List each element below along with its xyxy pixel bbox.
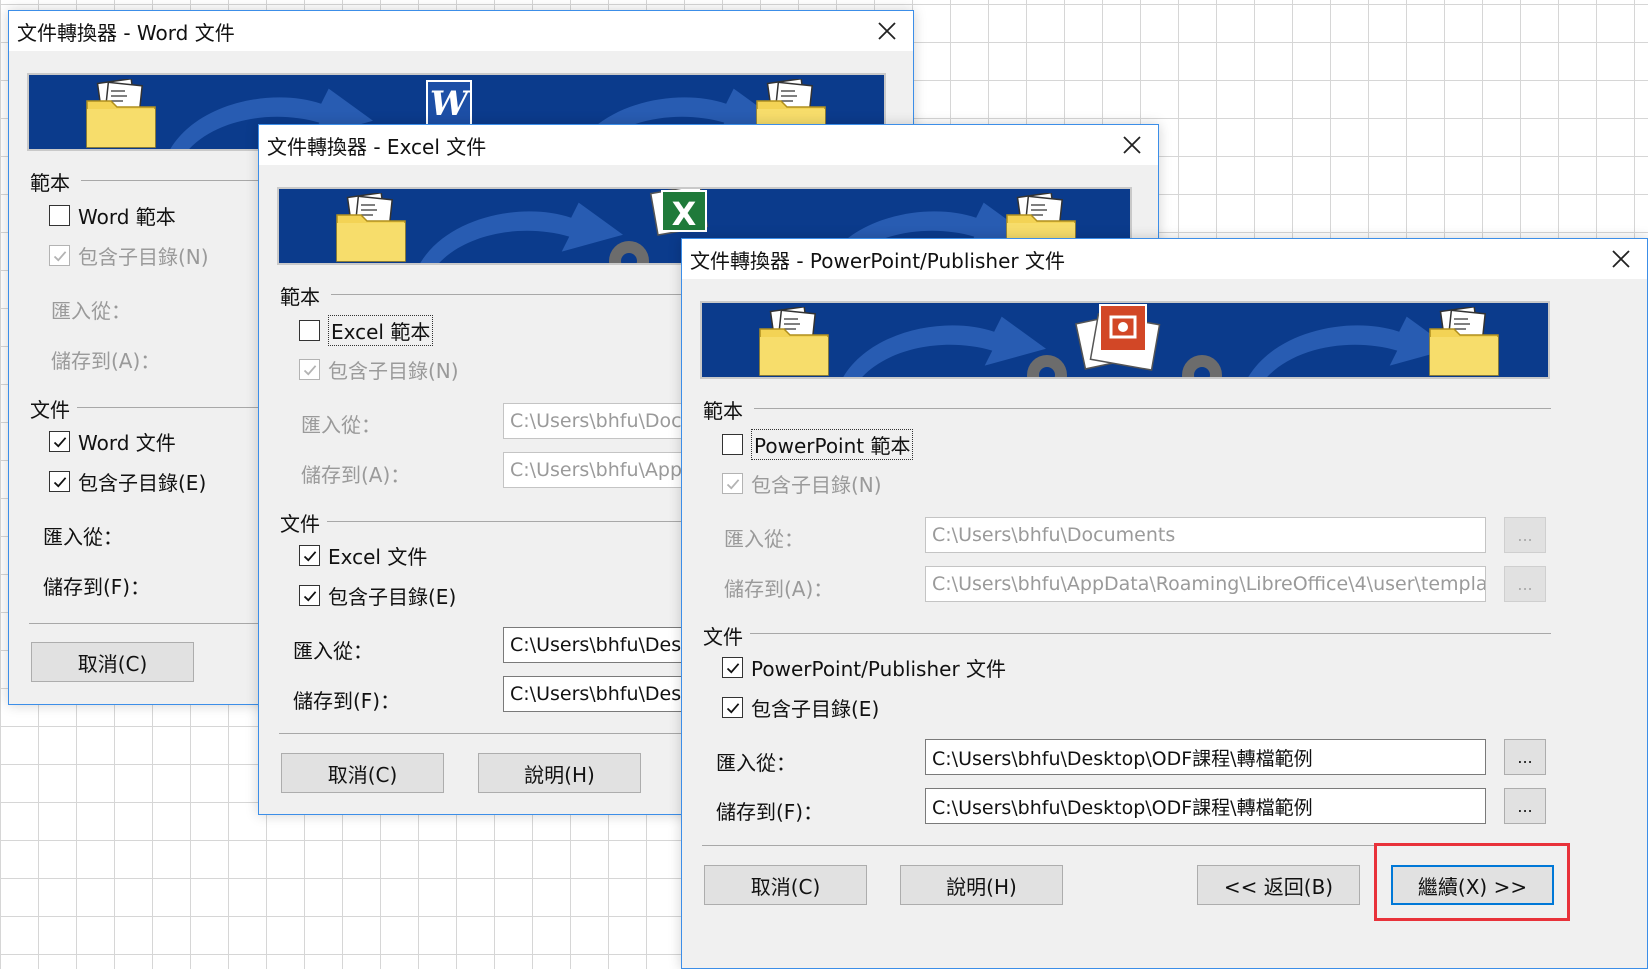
separator xyxy=(754,408,1551,409)
documents-subdir-checkbox[interactable]: 包含子目錄(E) xyxy=(49,467,206,496)
documents-save-browse-button[interactable]: ... xyxy=(1504,788,1546,824)
close-icon xyxy=(1123,136,1141,154)
templates-save-path-field: C:\Users\bhfu\App xyxy=(503,452,693,488)
arrow-icon xyxy=(843,316,1046,377)
title-bar: 文件轉換器 - PowerPoint/Publisher 文件 xyxy=(682,239,1647,279)
separator xyxy=(327,521,681,522)
source-folder-icon xyxy=(759,307,829,376)
checkbox-box xyxy=(722,473,743,494)
checkbox-box[interactable] xyxy=(49,205,70,226)
next-button[interactable]: 繼續(X) >> xyxy=(1391,865,1554,905)
save-to-label: 儲存到(F)： xyxy=(43,575,151,599)
documents-subdir-checkbox[interactable]: 包含子目錄(E) xyxy=(299,581,456,610)
save-to-label: 儲存到(A)： xyxy=(51,349,161,373)
gear-icon xyxy=(1027,355,1067,377)
cancel-button[interactable]: 取消(C) xyxy=(704,865,867,905)
source-folder-icon xyxy=(336,193,406,262)
import-from-label: 匯入從： xyxy=(724,527,804,551)
import-from-label: 匯入從： xyxy=(43,525,123,549)
checkbox-box[interactable] xyxy=(722,434,743,455)
templates-subdir-checkbox: 包含子目錄(N) xyxy=(722,469,882,498)
word-templates-checkbox[interactable]: Word 範本 xyxy=(49,201,176,230)
separator xyxy=(279,733,681,734)
arrow-icon xyxy=(1248,316,1451,377)
templates-subdir-checkbox: 包含子目錄(N) xyxy=(299,355,459,384)
import-from-label: 匯入從： xyxy=(716,751,796,775)
title-bar: 文件轉換器 - Word 文件 xyxy=(9,11,913,51)
close-button[interactable] xyxy=(1114,129,1150,161)
cancel-button[interactable]: 取消(C) xyxy=(31,642,194,682)
separator xyxy=(29,623,261,624)
excel-icon: X xyxy=(649,189,709,236)
gear-icon xyxy=(1182,355,1222,377)
save-to-label: 儲存到(F)： xyxy=(716,800,824,824)
separator xyxy=(331,294,681,295)
checkbox-box[interactable] xyxy=(49,431,70,452)
checkbox-box[interactable] xyxy=(722,697,743,718)
svg-text:W: W xyxy=(430,84,471,124)
dialog-title: 文件轉換器 - Excel 文件 xyxy=(267,134,487,159)
templates-section-label: 範本 xyxy=(30,171,70,195)
documents-import-path-field[interactable]: C:\Users\bhfu\Desk xyxy=(503,627,693,663)
documents-import-path-field[interactable]: C:\Users\bhfu\Desktop\ODF課程\轉檔範例 xyxy=(925,739,1486,775)
documents-section-label: 文件 xyxy=(280,512,320,536)
documents-section-label: 文件 xyxy=(30,398,70,422)
target-folder-icon xyxy=(1429,307,1499,376)
powerpoint-icon xyxy=(1075,304,1161,371)
banner-image xyxy=(700,301,1550,379)
save-to-label: 儲存到(A)： xyxy=(724,577,834,601)
cancel-button[interactable]: 取消(C) xyxy=(281,753,444,793)
source-folder-icon xyxy=(86,79,156,148)
close-button[interactable] xyxy=(869,15,905,47)
checkbox-box[interactable] xyxy=(299,585,320,606)
separator xyxy=(81,180,261,181)
checkbox-box[interactable] xyxy=(299,320,320,341)
powerpoint-templates-checkbox[interactable]: PowerPoint 範本 xyxy=(722,429,914,460)
templates-import-path-field: C:\Users\bhfu\Documents xyxy=(925,517,1486,553)
templates-section-label: 範本 xyxy=(703,399,743,423)
templates-subdir-checkbox: 包含子目錄(N) xyxy=(49,241,209,270)
save-to-label: 儲存到(A)： xyxy=(301,463,411,487)
word-icon: W xyxy=(426,80,472,126)
svg-text:X: X xyxy=(672,195,697,233)
import-from-label: 匯入從： xyxy=(293,639,373,663)
word-documents-checkbox[interactable]: Word 文件 xyxy=(49,427,176,456)
documents-save-path-field[interactable]: C:\Users\bhfu\Desk xyxy=(503,676,693,712)
templates-save-path-field: C:\Users\bhfu\AppData\Roaming\LibreOffic… xyxy=(925,566,1486,602)
documents-section-label: 文件 xyxy=(703,625,743,649)
separator xyxy=(77,407,261,408)
templates-import-path-field: C:\Users\bhfu\Doc xyxy=(503,403,693,439)
checkbox-box[interactable] xyxy=(722,657,743,678)
templates-section-label: 範本 xyxy=(280,285,320,309)
checkbox-box xyxy=(299,359,320,380)
arrow-icon xyxy=(420,202,623,263)
import-from-label: 匯入從： xyxy=(301,413,381,437)
dialog-title: 文件轉換器 - Word 文件 xyxy=(17,20,235,45)
documents-import-browse-button[interactable]: ... xyxy=(1504,739,1546,775)
back-button[interactable]: << 返回(B) xyxy=(1197,865,1360,905)
powerpoint-converter-dialog: 文件轉換器 - PowerPoint/Publisher 文件 範本 Power… xyxy=(681,238,1648,969)
save-to-label: 儲存到(F)： xyxy=(293,689,401,713)
dialog-title: 文件轉換器 - PowerPoint/Publisher 文件 xyxy=(690,248,1065,273)
close-icon xyxy=(878,22,896,40)
excel-documents-checkbox[interactable]: Excel 文件 xyxy=(299,541,427,570)
gear-icon xyxy=(609,241,649,263)
documents-save-path-field[interactable]: C:\Users\bhfu\Desktop\ODF課程\轉檔範例 xyxy=(925,788,1486,824)
templates-save-browse-button: ... xyxy=(1504,566,1546,602)
close-icon xyxy=(1612,250,1630,268)
checkbox-box[interactable] xyxy=(299,545,320,566)
powerpoint-documents-checkbox[interactable]: PowerPoint/Publisher 文件 xyxy=(722,653,1006,682)
close-button[interactable] xyxy=(1603,243,1639,275)
separator xyxy=(750,633,1551,634)
title-bar: 文件轉換器 - Excel 文件 xyxy=(259,125,1158,165)
documents-subdir-checkbox[interactable]: 包含子目錄(E) xyxy=(722,693,879,722)
help-button[interactable]: 說明(H) xyxy=(478,753,641,793)
checkbox-box xyxy=(49,245,70,266)
excel-templates-checkbox[interactable]: Excel 範本 xyxy=(299,315,434,346)
checkbox-box[interactable] xyxy=(49,471,70,492)
templates-import-browse-button: ... xyxy=(1504,517,1546,553)
import-from-label: 匯入從： xyxy=(51,299,131,323)
help-button[interactable]: 說明(H) xyxy=(900,865,1063,905)
